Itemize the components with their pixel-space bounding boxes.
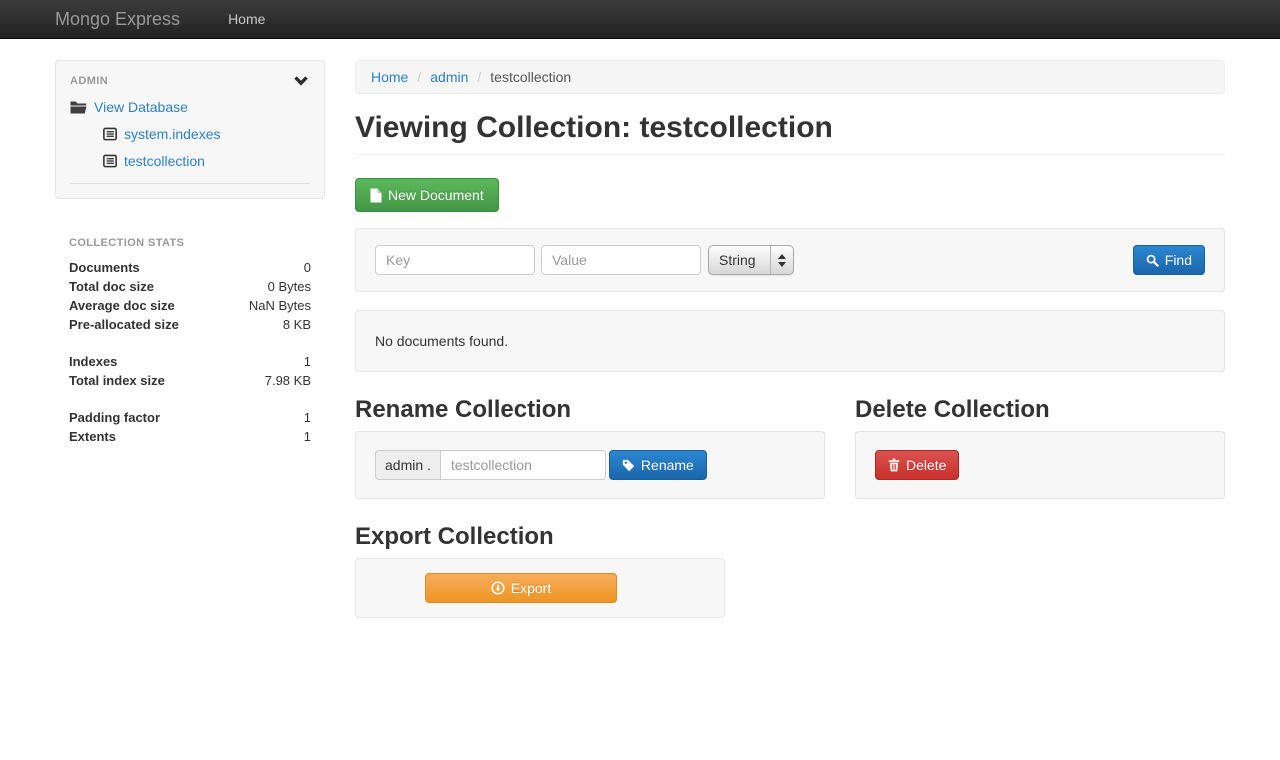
stat-label: Indexes (69, 352, 117, 371)
search-icon (1146, 254, 1159, 267)
stat-label: Extents (69, 427, 116, 446)
trash-icon (888, 458, 900, 472)
file-icon (370, 188, 382, 203)
search-value-input[interactable] (541, 245, 701, 275)
stats-group-indexes: Indexes 1 Total index size 7.98 KB (69, 352, 311, 390)
stats-group-padding: Padding factor 1 Extents 1 (69, 408, 311, 446)
chevron-down-icon (294, 74, 308, 89)
stat-value: 7.98 KB (265, 371, 311, 390)
tag-icon (622, 459, 635, 472)
navbar: Mongo Express Home (0, 0, 1280, 39)
stat-value: 1 (304, 352, 311, 371)
no-documents-panel: No documents found. (355, 310, 1225, 372)
stat-row: Total doc size 0 Bytes (69, 277, 311, 296)
stat-row: Documents 0 (69, 258, 311, 277)
export-panel: Export (355, 558, 725, 618)
database-panel-title: ADMIN (70, 75, 108, 87)
rename-input[interactable] (440, 450, 606, 480)
search-key-input[interactable] (375, 245, 535, 275)
sidebar: ADMIN View Database system.indexes (55, 60, 325, 618)
collection-link[interactable]: system.indexes (124, 126, 220, 142)
collection-link[interactable]: testcollection (124, 153, 205, 169)
stat-row: Total index size 7.98 KB (69, 371, 311, 390)
page-title: Viewing Collection: testcollection (355, 111, 1225, 155)
rename-panel: admin . Rename (355, 431, 825, 499)
stat-label: Padding factor (69, 408, 160, 427)
breadcrumb-separator: / (477, 69, 481, 85)
export-button[interactable]: Export (425, 573, 617, 603)
panel-divider (70, 183, 310, 184)
stat-value: 0 (304, 258, 311, 277)
stat-row: Indexes 1 (69, 352, 311, 371)
export-collection-title: Export Collection (355, 523, 825, 551)
stat-label: Average doc size (69, 296, 175, 315)
stat-row: Extents 1 (69, 427, 311, 446)
delete-panel: Delete (855, 431, 1225, 499)
stat-label: Pre-allocated size (69, 315, 179, 334)
stat-label: Total index size (69, 371, 165, 390)
nav-item-home[interactable]: Home (228, 11, 265, 27)
stat-label: Total doc size (69, 277, 154, 296)
folder-open-icon (70, 101, 87, 114)
find-label: Find (1165, 252, 1192, 268)
page-container: ADMIN View Database system.indexes (0, 39, 1280, 618)
select-stepper-icon (770, 246, 793, 274)
stats-group-size: Documents 0 Total doc size 0 Bytes Avera… (69, 258, 311, 334)
rename-button[interactable]: Rename (609, 450, 707, 480)
stat-value: 8 KB (283, 315, 311, 334)
breadcrumb: Home / admin / testcollection (355, 60, 1225, 94)
stat-label: Documents (69, 258, 140, 277)
view-database-link[interactable]: View Database (94, 99, 188, 115)
new-document-label: New Document (388, 187, 484, 203)
main-content: Home / admin / testcollection Viewing Co… (355, 60, 1225, 618)
search-type-selected: String (709, 246, 770, 274)
delete-label: Delete (906, 457, 946, 473)
sidebar-item-testcollection[interactable]: testcollection (103, 153, 310, 169)
stat-row: Pre-allocated size 8 KB (69, 315, 311, 334)
no-documents-message: No documents found. (375, 333, 508, 349)
search-type-select[interactable]: String (708, 245, 794, 275)
rename-label: Rename (641, 457, 694, 473)
breadcrumb-admin-link[interactable]: admin (430, 69, 468, 85)
sidebar-item-view-database[interactable]: View Database (70, 99, 310, 115)
breadcrumb-home-link[interactable]: Home (371, 69, 408, 85)
collection-stats-title: COLLECTION STATS (69, 237, 311, 249)
sidebar-item-system-indexes[interactable]: system.indexes (103, 126, 310, 142)
new-document-button[interactable]: New Document (355, 178, 499, 212)
stat-value: 1 (304, 408, 311, 427)
search-panel: String Find (355, 228, 1225, 292)
find-button[interactable]: Find (1133, 245, 1205, 275)
collection-list-icon (103, 154, 117, 168)
breadcrumb-current: testcollection (490, 69, 571, 85)
download-circle-icon (491, 581, 505, 595)
stat-value: 1 (304, 427, 311, 446)
brand-link[interactable]: Mongo Express (55, 9, 180, 30)
rename-collection-title: Rename Collection (355, 396, 825, 424)
collection-stats: COLLECTION STATS Documents 0 Total doc s… (55, 237, 325, 446)
collection-list-icon (103, 127, 117, 141)
stat-row: Padding factor 1 (69, 408, 311, 427)
stat-value: NaN Bytes (249, 296, 311, 315)
collapse-toggle-button[interactable] (292, 74, 310, 88)
delete-button[interactable]: Delete (875, 450, 959, 480)
export-label: Export (511, 580, 551, 596)
stat-value: 0 Bytes (268, 277, 311, 296)
breadcrumb-separator: / (417, 69, 421, 85)
delete-collection-title: Delete Collection (855, 396, 1225, 424)
database-panel: ADMIN View Database system.indexes (55, 60, 325, 199)
stat-row: Average doc size NaN Bytes (69, 296, 311, 315)
rename-prefix: admin . (375, 450, 440, 480)
